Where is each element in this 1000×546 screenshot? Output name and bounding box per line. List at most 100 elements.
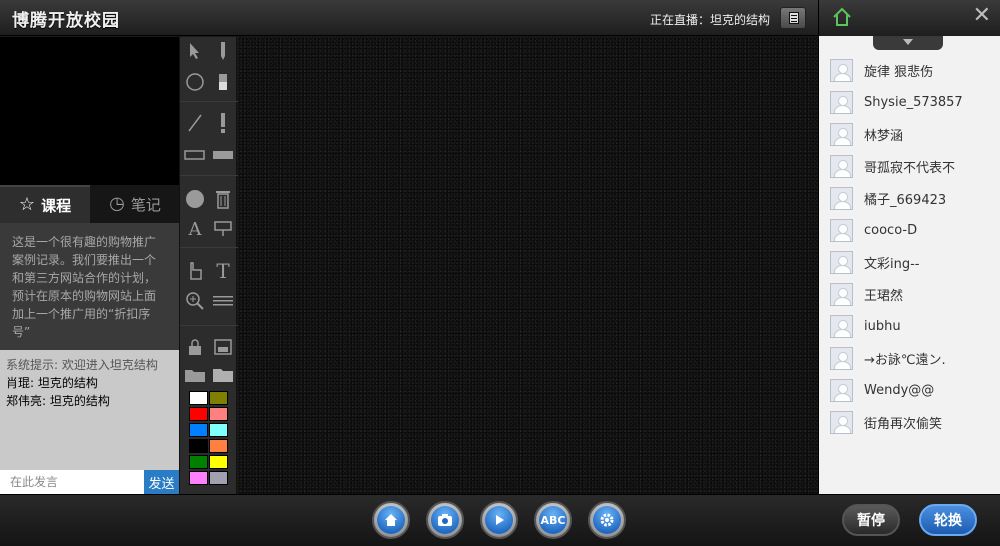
chat-message: 郑伟亮: 坦克的结构 [6, 394, 110, 408]
user-name: Shysie_573857 [864, 94, 963, 110]
user-list-item[interactable]: iubhu [819, 310, 1000, 342]
lock-icon[interactable] [183, 335, 207, 359]
chat-input-row: 发送 [0, 470, 179, 494]
line-tool-icon[interactable] [183, 111, 207, 135]
circle-tool-icon[interactable] [183, 70, 207, 94]
user-list-item[interactable]: 旋律 狠悲伤 [819, 54, 1000, 86]
color-swatch[interactable] [189, 439, 208, 453]
camera-icon [438, 514, 452, 526]
user-list: 旋律 狠悲伤 Shysie_573857 林梦涵哥孤寂不代表不 橘子_669423co… [819, 54, 1000, 438]
toolbox-divider [180, 325, 238, 326]
tab-bar: ☆ 课程 ◷ 笔记 [0, 185, 180, 223]
bottom-toolbar: ABC 暂停 轮换 [0, 494, 1000, 546]
user-list-item[interactable]: →お詠℃遠ン. [819, 342, 1000, 374]
zoom-icon[interactable] [183, 289, 207, 313]
color-swatch[interactable] [189, 455, 208, 469]
user-list-item[interactable]: 林梦涵 [819, 118, 1000, 150]
top-bar: 博腾开放校园 正在直播：坦克的结构 [0, 0, 818, 36]
abc-label: ABC [539, 506, 567, 534]
color-swatch[interactable] [209, 391, 228, 405]
user-name: 林梦涵 [864, 128, 904, 144]
tab-course[interactable]: ☆ 课程 [0, 185, 90, 223]
user-name: 橘子_669423 [864, 192, 947, 208]
avatar [830, 218, 853, 242]
user-name: 旋律 狠悲伤 [864, 64, 934, 80]
menu-button[interactable] [780, 7, 806, 29]
color-swatch[interactable] [209, 423, 228, 437]
star-icon: ☆ [18, 194, 36, 215]
hand-pointer-icon[interactable] [183, 259, 207, 283]
camera-button[interactable] [426, 501, 464, 539]
course-description: 这是一个很有趣的购物推广案例记录。我们要推出一个和第三方网站合作的计划，预计在原… [0, 223, 179, 350]
user-list-item[interactable]: 街角再次偷笑 [819, 406, 1000, 438]
user-list-item[interactable]: 王珺然 [819, 278, 1000, 310]
tab-notes-label: 笔记 [130, 195, 161, 214]
color-swatch[interactable] [189, 471, 208, 485]
home-button[interactable] [372, 501, 410, 539]
color-swatch[interactable] [189, 391, 208, 405]
avatar [830, 346, 853, 370]
line-width-icon[interactable] [211, 289, 235, 313]
save-icon[interactable] [211, 335, 235, 359]
avatar [830, 122, 853, 146]
settings-button[interactable] [588, 501, 626, 539]
home-icon[interactable] [831, 6, 853, 28]
pause-button[interactable]: 暂停 [842, 504, 900, 536]
live-status: 正在直播：坦克的结构 [649, 13, 770, 27]
chat-message: 系统提示: 欢迎进入坦克结构 [6, 358, 158, 372]
home-icon [385, 514, 397, 526]
color-swatch[interactable] [189, 423, 208, 437]
color-swatch[interactable] [209, 455, 228, 469]
color-swatch[interactable] [209, 439, 228, 453]
rectangle-tool-icon[interactable] [183, 143, 207, 167]
play-icon [496, 515, 504, 525]
user-name: iubhu [864, 318, 901, 334]
play-button[interactable] [480, 501, 518, 539]
drawing-toolbox: A T [179, 37, 238, 494]
color-swatch[interactable] [209, 407, 228, 421]
chat-message: 肖琨: 坦克的结构 [6, 376, 98, 390]
color-swatch[interactable] [189, 407, 208, 421]
color-swatch[interactable] [209, 471, 228, 485]
pointer-tool-icon[interactable] [183, 39, 207, 63]
pointer-box-icon[interactable] [211, 217, 235, 241]
user-list-item[interactable]: 文彩ing-- [819, 246, 1000, 278]
text-style-icon[interactable]: A [183, 217, 207, 241]
trash-icon[interactable] [211, 187, 235, 211]
text-tool-icon[interactable]: T [211, 259, 235, 283]
whiteboard-canvas[interactable] [238, 37, 818, 494]
user-list-item[interactable]: cooco-D [819, 214, 1000, 246]
toolbox-divider [180, 175, 238, 176]
close-icon[interactable]: ✕ [973, 5, 991, 27]
avatar [830, 58, 853, 82]
user-name: 哥孤寂不代表不 [864, 160, 956, 176]
send-button[interactable]: 发送 [144, 470, 179, 494]
rotate-button[interactable]: 轮换 [919, 504, 977, 536]
eraser-tool-icon[interactable] [211, 70, 235, 94]
folder-icon[interactable] [211, 363, 235, 387]
avatar [830, 250, 853, 274]
avatar [830, 154, 853, 178]
tab-notes[interactable]: ◷ 笔记 [90, 185, 180, 223]
filled-circle-tool-icon[interactable] [183, 187, 207, 211]
user-list-item[interactable]: Wendy@@ [819, 374, 1000, 406]
highlighter-tool-icon[interactable] [211, 111, 235, 135]
app-title: 博腾开放校园 [12, 11, 120, 31]
abc-button[interactable]: ABC [534, 501, 572, 539]
filled-rectangle-tool-icon[interactable] [211, 143, 235, 167]
user-name: Wendy@@ [864, 382, 935, 398]
user-panel: ✕ 旋律 狠悲伤 Shysie_573857 林梦涵哥孤寂不代表不 橘子_669423… [818, 0, 1000, 494]
chat-input[interactable] [0, 470, 144, 494]
pen-tool-icon[interactable] [211, 39, 235, 63]
avatar [830, 90, 853, 114]
user-name: →お詠℃遠ン. [864, 352, 946, 368]
clock-icon: ◷ [109, 193, 125, 214]
chevron-down-icon [903, 39, 913, 45]
user-list-item[interactable]: 橘子_669423 [819, 182, 1000, 214]
collapse-toggle[interactable] [873, 36, 943, 50]
toolbox-divider [180, 101, 238, 102]
user-panel-header: ✕ [819, 0, 1000, 36]
user-list-item[interactable]: Shysie_573857 [819, 86, 1000, 118]
open-folder-icon[interactable] [183, 363, 207, 387]
user-list-item[interactable]: 哥孤寂不代表不 [819, 150, 1000, 182]
